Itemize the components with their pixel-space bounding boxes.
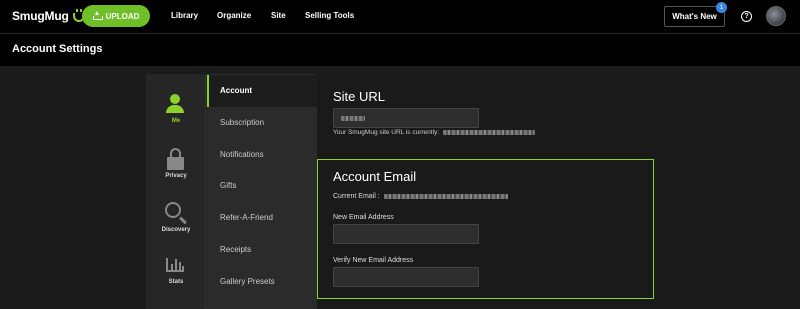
new-email-field[interactable]: [333, 224, 479, 244]
category-me[interactable]: Me: [146, 94, 206, 134]
site-url-input[interactable]: [333, 108, 479, 128]
page-title: Account Settings: [12, 43, 103, 55]
upload-label: UPLOAD: [105, 11, 140, 21]
new-email-label: New Email Address: [333, 214, 394, 221]
current-email-label: Current Email :: [333, 193, 380, 200]
redacted-value: [341, 116, 365, 121]
current-email-row: Current Email :: [333, 193, 508, 200]
notification-badge: 1: [716, 2, 727, 13]
site-url-helper: Your SmugMug site URL is currently:: [333, 129, 536, 136]
account-email-title: Account Email: [333, 169, 417, 184]
category-me-label: Me: [171, 118, 181, 124]
menu-item-notifications[interactable]: Notifications: [207, 139, 317, 171]
nav-library[interactable]: Library: [171, 11, 198, 20]
redacted-url: [443, 129, 536, 135]
category-privacy[interactable]: Privacy: [146, 148, 206, 188]
menu-item-receipts[interactable]: Receipts: [207, 234, 317, 266]
settings-submenu: Account Subscription Notifications Gifts…: [207, 74, 317, 309]
person-icon-body: [166, 105, 184, 113]
menu-item-gallery-presets[interactable]: Gallery Presets: [207, 266, 317, 298]
person-icon: [170, 94, 180, 104]
site-url-title: Site URL: [333, 89, 386, 104]
verify-email-label: Verify New Email Address: [333, 257, 414, 264]
category-stats-label: Stats: [168, 279, 184, 285]
settings-category-column: Me Privacy Discovery Stats: [146, 74, 206, 309]
page-header: Account Settings: [0, 33, 800, 66]
stats-icon: [166, 258, 184, 272]
upload-icon: [92, 11, 103, 20]
nav-selling-tools[interactable]: Selling Tools: [305, 11, 354, 20]
site-url-helper-text: Your SmugMug site URL is currently:: [333, 129, 440, 136]
verify-email-field[interactable]: [333, 267, 479, 287]
upload-button[interactable]: UPLOAD: [82, 5, 150, 27]
menu-item-account[interactable]: Account: [207, 75, 317, 107]
nav-organize[interactable]: Organize: [217, 11, 251, 20]
menu-item-gifts[interactable]: Gifts: [207, 170, 317, 202]
redacted-email: [383, 193, 508, 199]
category-discovery[interactable]: Discovery: [146, 202, 206, 242]
logo-text: SmugMug: [12, 9, 69, 23]
smugmug-logo[interactable]: SmugMug: [12, 8, 85, 23]
top-navigation-bar: SmugMug UPLOAD Library Organize Site Sel…: [0, 0, 800, 33]
nav-site[interactable]: Site: [271, 11, 286, 20]
magnifier-icon-handle: [179, 216, 187, 225]
menu-item-subscription[interactable]: Subscription: [207, 107, 317, 139]
account-email-section: Account Email Current Email : New Email …: [317, 159, 654, 299]
category-stats[interactable]: Stats: [146, 258, 206, 298]
lock-icon-body: [167, 157, 184, 170]
avatar[interactable]: [766, 6, 786, 26]
menu-item-refer-a-friend[interactable]: Refer-A-Friend: [207, 202, 317, 234]
category-privacy-label: Privacy: [165, 173, 187, 179]
magnifier-icon: [165, 202, 181, 218]
category-discovery-label: Discovery: [161, 227, 191, 233]
help-icon[interactable]: ?: [741, 11, 752, 22]
